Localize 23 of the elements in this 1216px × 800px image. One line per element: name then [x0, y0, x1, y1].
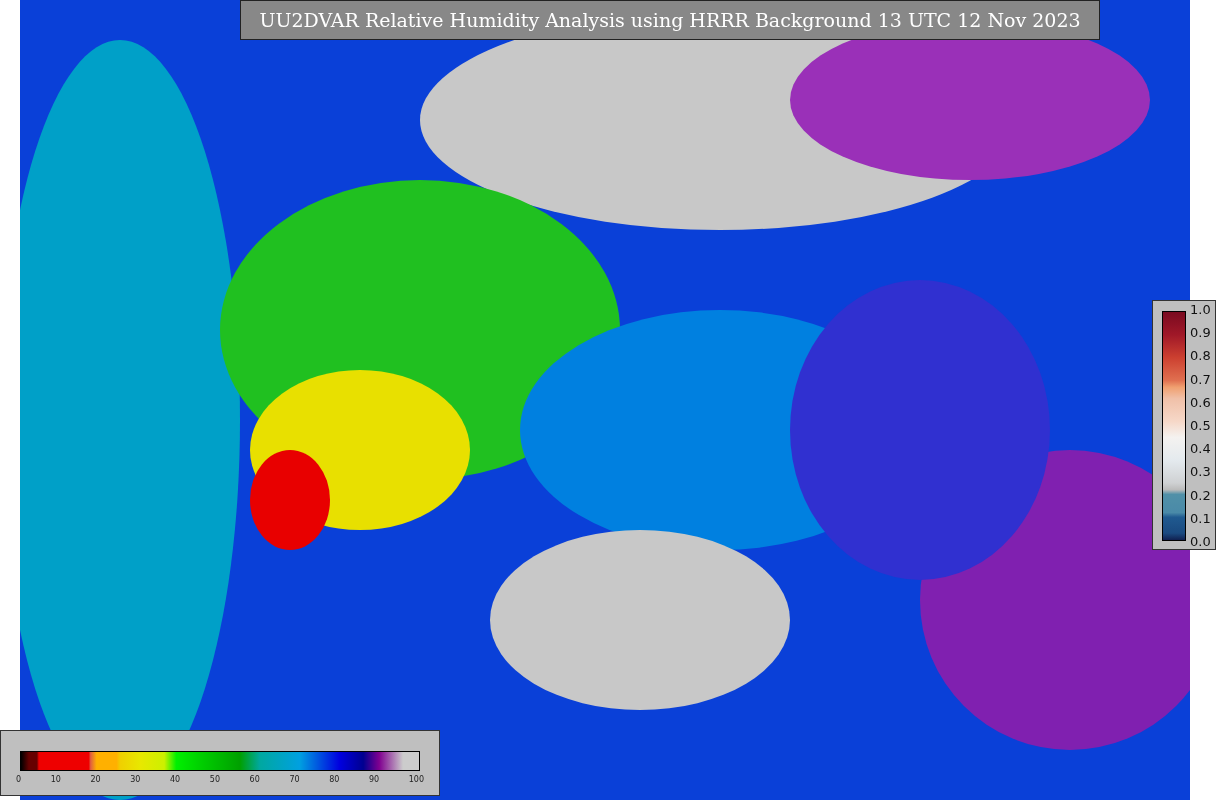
colorbar-tick-label: 60 [249, 775, 260, 784]
colorbar-tick-label: 0.8 [1190, 348, 1211, 365]
colorbar-tick-label: 0.5 [1190, 417, 1211, 434]
colorbar-tick-label: 90 [368, 775, 380, 784]
colorbar-tick-label: 0.2 [1190, 487, 1211, 504]
colorbar-tick-label: 0.3 [1190, 464, 1211, 481]
colorbar-tick-label: 10 [50, 775, 61, 784]
colorbar-tick-label: 0.6 [1190, 394, 1211, 411]
colorbar-tick-label: 50 [209, 775, 220, 784]
colorbar-tick-label: 0.1 [1190, 510, 1211, 527]
colorbar-tick-label: 0.0 [1190, 533, 1211, 550]
colorbar-tick-label: 0.4 [1190, 441, 1211, 458]
colorbar-tick-label: 40 [170, 775, 181, 784]
colorbar-tick-label: 0.7 [1190, 371, 1211, 388]
colorbar-tick-label: 100 [408, 775, 424, 784]
colorbar-tick-label: 0 [16, 775, 22, 784]
colorbar-tick-label: 20 [90, 775, 101, 784]
colorbar-tick-label: 30 [130, 775, 141, 784]
colorbar-tick-label: 70 [289, 775, 300, 784]
colorbar-tick-label: 0.9 [1190, 325, 1211, 342]
colorbar-tick-label: 1.0 [1190, 302, 1211, 318]
chart-title: UU2DVAR Relative Humidity Analysis using HRRR Background 13 UTC 12 Nov 2023 [240, 0, 1100, 40]
colorbar-tick-label: 80 [329, 775, 340, 784]
